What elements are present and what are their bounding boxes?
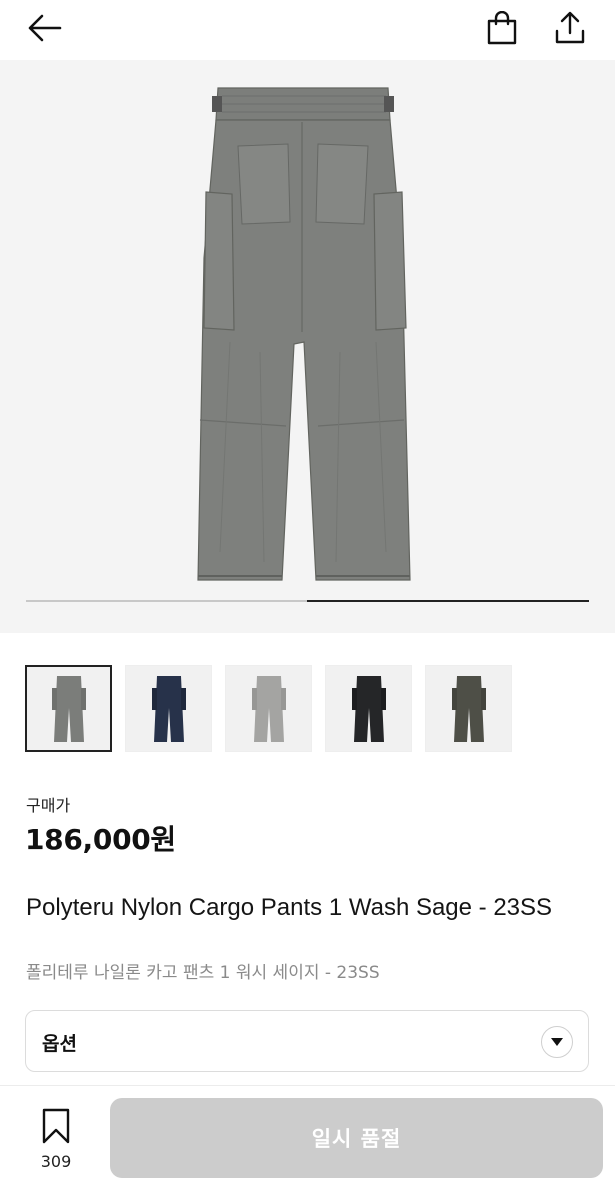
bottom-action-bar: 309 일시 품절 (0, 1085, 615, 1200)
pants-thumbnail-image (351, 675, 386, 742)
wishlist-button[interactable]: 309 (28, 1108, 84, 1178)
thumbnail-black[interactable] (325, 665, 412, 752)
option-select[interactable]: 옵션 (25, 1010, 589, 1072)
price: 186,000원 (25, 823, 176, 856)
thumbnail-olive[interactable] (425, 665, 512, 752)
sold-out-button[interactable]: 일시 품절 (110, 1098, 603, 1178)
gallery-progress-bar (26, 600, 589, 602)
product-image-gallery[interactable] (0, 60, 615, 633)
option-toggle-button[interactable] (541, 1026, 573, 1058)
pants-thumbnail-image (251, 675, 286, 742)
pants-thumbnail-image (151, 675, 186, 742)
product-title: Polyteru Nylon Cargo Pants 1 Wash Sage -… (26, 894, 553, 921)
shopping-bag-icon (487, 11, 517, 45)
wishlist-count: 309 (40, 1152, 72, 1171)
triangle-down-icon (551, 1038, 563, 1046)
bookmark-icon (42, 1108, 70, 1144)
top-nav (0, 0, 615, 60)
cart-button[interactable] (480, 6, 524, 50)
share-upload-icon (555, 11, 585, 44)
price-label: 구매가 (26, 796, 71, 815)
thumbnail-light-gray[interactable] (225, 665, 312, 752)
product-title-korean: 폴리테루 나일론 카고 팬츠 1 워시 세이지 - 23SS (26, 963, 380, 983)
gallery-progress-fill (307, 600, 589, 602)
back-button[interactable] (22, 6, 66, 50)
share-button[interactable] (548, 6, 592, 50)
option-label: 옵션 (42, 1033, 77, 1055)
thumbnail-strip (25, 665, 512, 752)
thumbnail-navy[interactable] (125, 665, 212, 752)
pants-thumbnail-image (51, 675, 86, 742)
arrow-left-icon (28, 14, 62, 42)
cargo-pants-image (197, 87, 411, 581)
pants-thumbnail-image (451, 675, 486, 742)
thumbnail-sage[interactable] (25, 665, 112, 752)
